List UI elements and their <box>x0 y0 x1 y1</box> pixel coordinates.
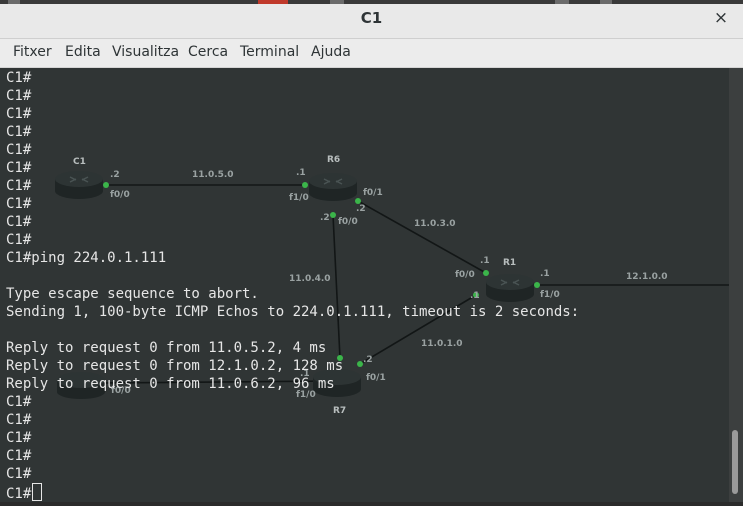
terminal-line: C1#ping 224.0.1.111 <box>6 249 579 267</box>
terminal-line: Reply to request 0 from 12.1.0.2, 128 ms <box>6 357 579 375</box>
svg-text:12.1.0.0: 12.1.0.0 <box>626 272 668 282</box>
menu-bar: Fitxer Edita Visualitza Cerca Terminal A… <box>0 39 743 68</box>
terminal-line-text: C1# <box>6 486 32 502</box>
terminal-line: C1# <box>6 105 579 123</box>
terminal-line-text: Type escape sequence to abort. <box>6 286 259 302</box>
terminal-cursor <box>32 483 43 501</box>
terminal-line: Reply to request 0 from 11.0.5.2, 4 ms <box>6 339 579 357</box>
terminal-line: C1# <box>6 69 579 87</box>
terminal-line-text: C1# <box>6 448 32 464</box>
terminal-line-text: C1# <box>6 412 32 428</box>
terminal-line-text: C1#ping 224.0.1.111 <box>6 250 167 266</box>
terminal-line-text: C1# <box>6 394 32 410</box>
terminal-line-text: C1# <box>6 106 32 122</box>
menu-edita[interactable]: Edita <box>65 44 101 60</box>
menu-terminal[interactable]: Terminal <box>240 44 299 60</box>
menu-visualitza[interactable]: Visualitza <box>112 44 179 60</box>
terminal-line: C1# <box>6 177 579 195</box>
window-bottom-edge <box>0 502 743 506</box>
terminal-line-text: C1# <box>6 124 32 140</box>
close-icon[interactable]: × <box>711 8 731 28</box>
terminal-line: C1# <box>6 195 579 213</box>
window-titlebar[interactable]: C1 × <box>0 0 743 39</box>
terminal-line: C1# <box>6 483 579 502</box>
scrollbar-thumb[interactable] <box>732 430 738 494</box>
terminal-line-text: C1# <box>6 232 32 248</box>
terminal-line-text: C1# <box>6 88 32 104</box>
terminal-line-text: C1# <box>6 142 32 158</box>
terminal-line-text: Reply to request 0 from 11.0.5.2, 4 ms <box>6 340 327 356</box>
terminal-line-text: C1# <box>6 160 32 176</box>
terminal-line-text: Reply to request 0 from 11.0.6.2, 96 ms <box>6 376 335 392</box>
terminal-line-text: C1# <box>6 214 32 230</box>
terminal-scrollbar[interactable] <box>729 68 743 502</box>
terminal-line: Reply to request 0 from 11.0.6.2, 96 ms <box>6 375 579 393</box>
terminal-line: C1# <box>6 411 579 429</box>
terminal-line-text: C1# <box>6 466 32 482</box>
terminal-line: C1# <box>6 465 579 483</box>
terminal-line: C1# <box>6 429 579 447</box>
terminal-line: C1# <box>6 393 579 411</box>
terminal-line: Type escape sequence to abort. <box>6 285 579 303</box>
terminal-line-text: C1# <box>6 430 32 446</box>
terminal-line-text: Reply to request 0 from 12.1.0.2, 128 ms <box>6 358 344 374</box>
menu-ajuda[interactable]: Ajuda <box>311 44 351 60</box>
window-title: C1 <box>360 9 383 27</box>
terminal-line: C1# <box>6 447 579 465</box>
terminal-output: C1# C1# C1# C1# C1# C1# C1# C1# C1# C1# C1#ping 22… <box>6 69 579 502</box>
desktop-panel-strip <box>0 0 743 4</box>
terminal-line-text: Sending 1, 100-byte ICMP Echos to 224.0.… <box>6 304 580 320</box>
terminal-view[interactable]: C1 R6 R1 R7 11.0.5.0 11.0.3.0 11.0.4.0 1… <box>0 68 729 502</box>
terminal-line: Sending 1, 100-byte ICMP Echos to 224.0.… <box>6 303 579 321</box>
terminal-line: C1# <box>6 141 579 159</box>
terminal-line-text: C1# <box>6 70 32 86</box>
terminal-line: C1# <box>6 213 579 231</box>
terminal-line: C1# <box>6 159 579 177</box>
terminal-line-text: C1# <box>6 196 32 212</box>
terminal-line: C1# <box>6 231 579 249</box>
menu-fitxer[interactable]: Fitxer <box>13 44 52 60</box>
terminal-line-text: C1# <box>6 178 32 194</box>
terminal-line: C1# <box>6 123 579 141</box>
terminal-line: C1# <box>6 87 579 105</box>
menu-cerca[interactable]: Cerca <box>188 44 228 60</box>
